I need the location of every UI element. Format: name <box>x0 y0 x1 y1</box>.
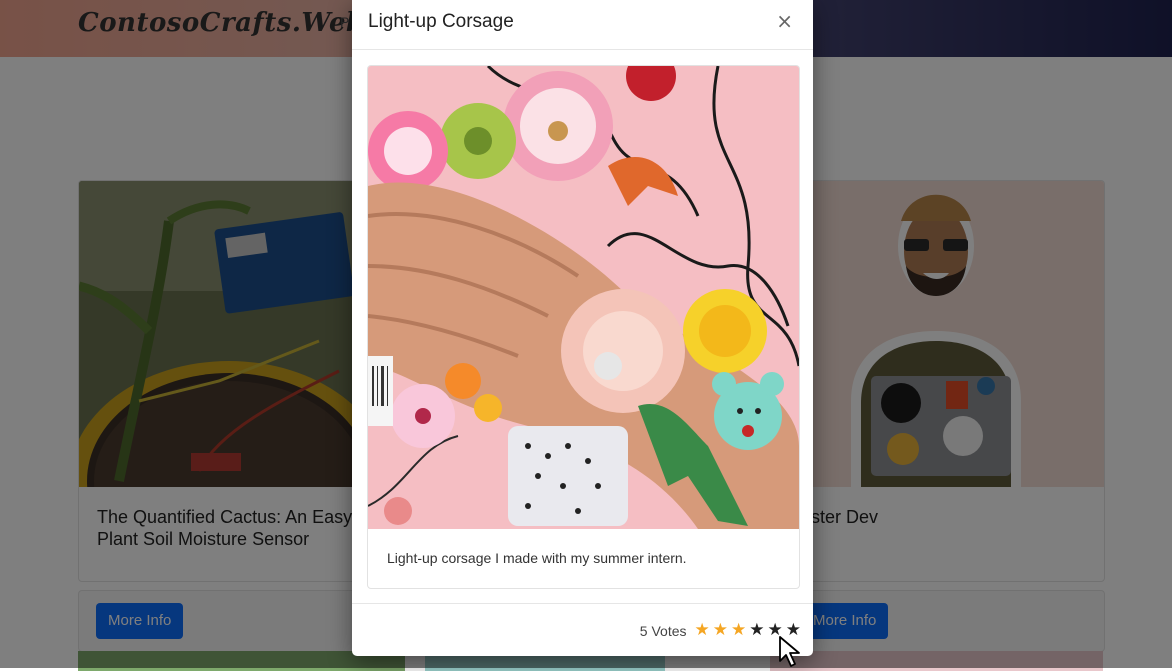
star-icon[interactable]: ★ <box>731 622 746 639</box>
rating-widget: 5 Votes ★ ★ ★ ★ ★ ★ <box>640 622 801 639</box>
star-icon[interactable]: ★ <box>749 622 764 639</box>
modal-header: Light-up Corsage × <box>352 0 813 50</box>
modal-product-card: Light-up corsage I made with my summer i… <box>367 65 800 589</box>
product-image-corsage <box>368 66 799 529</box>
modal-footer: 5 Votes ★ ★ ★ ★ ★ ★ <box>352 603 813 657</box>
modal-description: Light-up corsage I made with my summer i… <box>387 550 687 566</box>
star-icon[interactable]: ★ <box>713 622 728 639</box>
product-modal: Light-up Corsage × Light-up corsage I ma… <box>352 0 813 656</box>
modal-title: Light-up Corsage <box>368 11 514 32</box>
close-icon[interactable]: × <box>770 8 799 34</box>
star-icon[interactable]: ★ <box>695 622 710 639</box>
mouse-cursor-icon <box>779 636 800 667</box>
votes-count: 5 Votes <box>639 622 687 639</box>
